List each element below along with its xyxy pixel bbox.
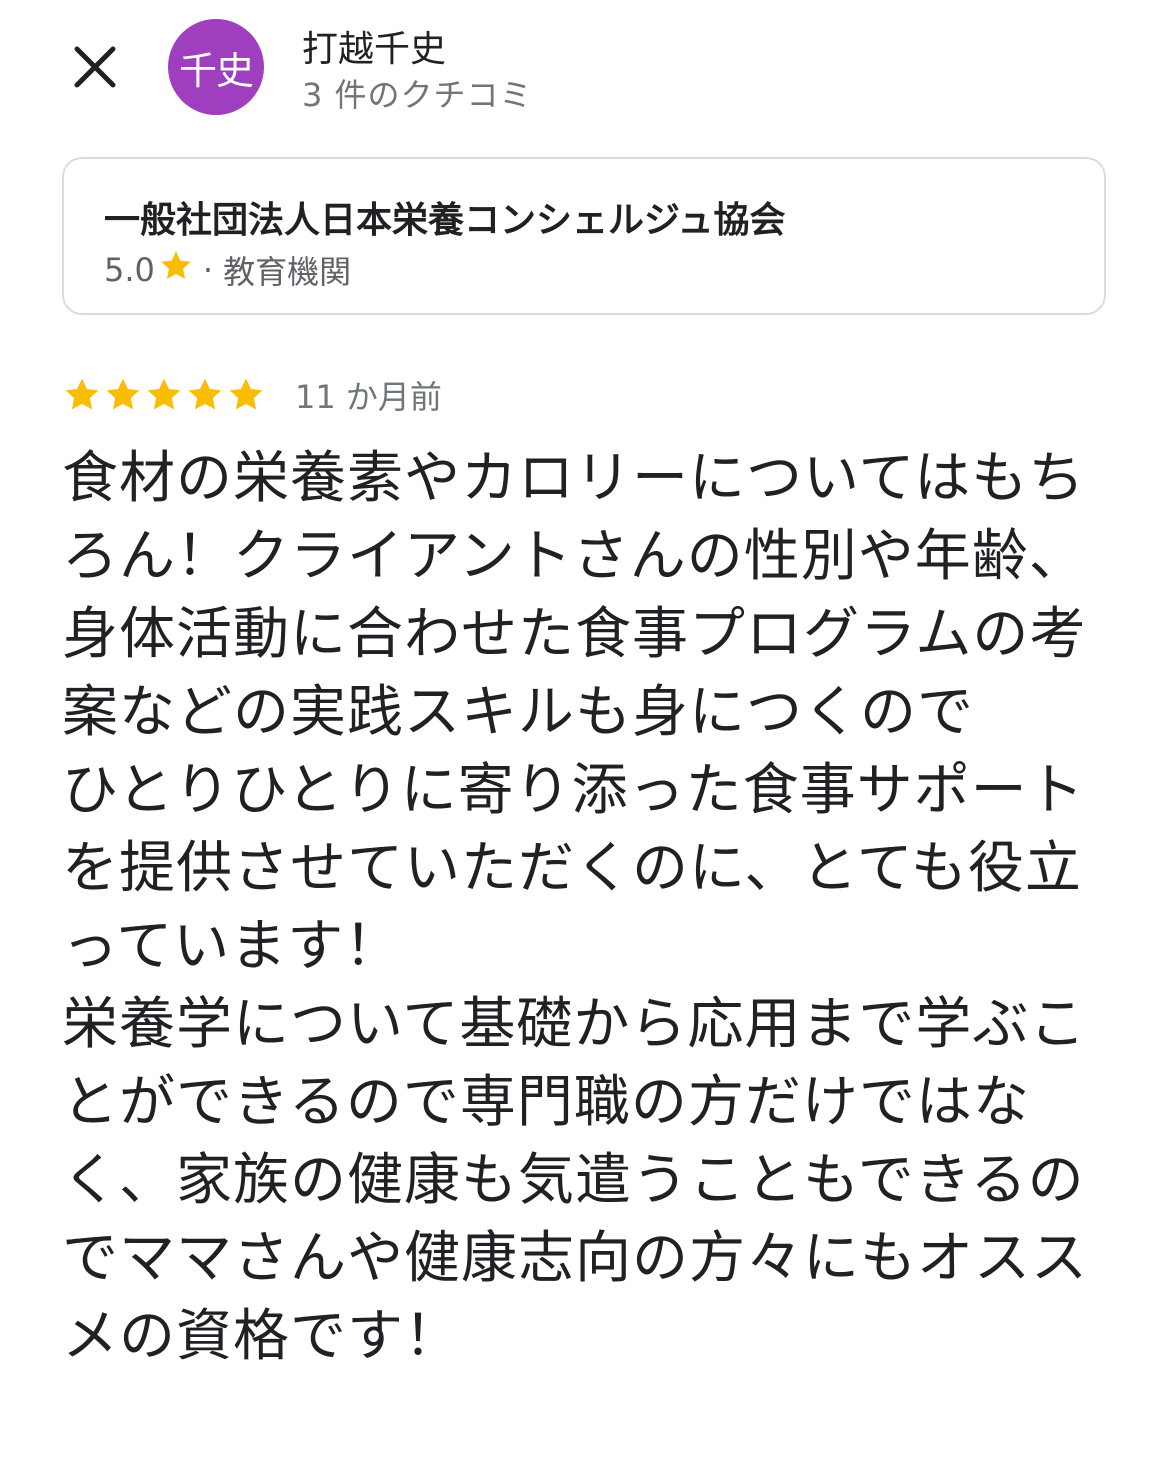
review-count: 3 件のクチコミ — [302, 76, 533, 114]
place-card[interactable]: 一般社団法人日本栄養コンシェルジュ協会 5.0 · 教育機関 — [62, 157, 1106, 315]
close-button[interactable] — [62, 34, 128, 100]
reviewer-name[interactable]: 打越千史 — [302, 20, 446, 72]
place-name: 一般社団法人日本栄養コンシェルジュ協会 — [104, 200, 786, 241]
star-icon — [62, 375, 103, 415]
star-icon — [157, 248, 195, 292]
star-icon — [103, 375, 144, 415]
meta-separator: · — [202, 251, 214, 289]
close-icon — [74, 46, 116, 88]
star-icon — [226, 375, 267, 415]
avatar[interactable]: 千史 — [168, 19, 264, 115]
review-meta: 11 か月前 — [62, 372, 442, 418]
review-text: 食材の栄養素やカロリーについてはもちろん！クライアントさんの性別や年齢、身体活動… — [62, 446, 1088, 1369]
place-rating: 5.0 — [104, 251, 155, 289]
review-date: 11 か月前 — [295, 378, 442, 416]
star-icon — [144, 375, 185, 415]
star-rating — [62, 375, 267, 415]
place-category: 教育機関 — [223, 253, 352, 291]
star-icon — [185, 375, 226, 415]
review-header: 千史 打越千史 3 件のクチコミ — [0, 0, 1170, 130]
place-meta: 5.0 · 教育機関 — [104, 247, 351, 293]
